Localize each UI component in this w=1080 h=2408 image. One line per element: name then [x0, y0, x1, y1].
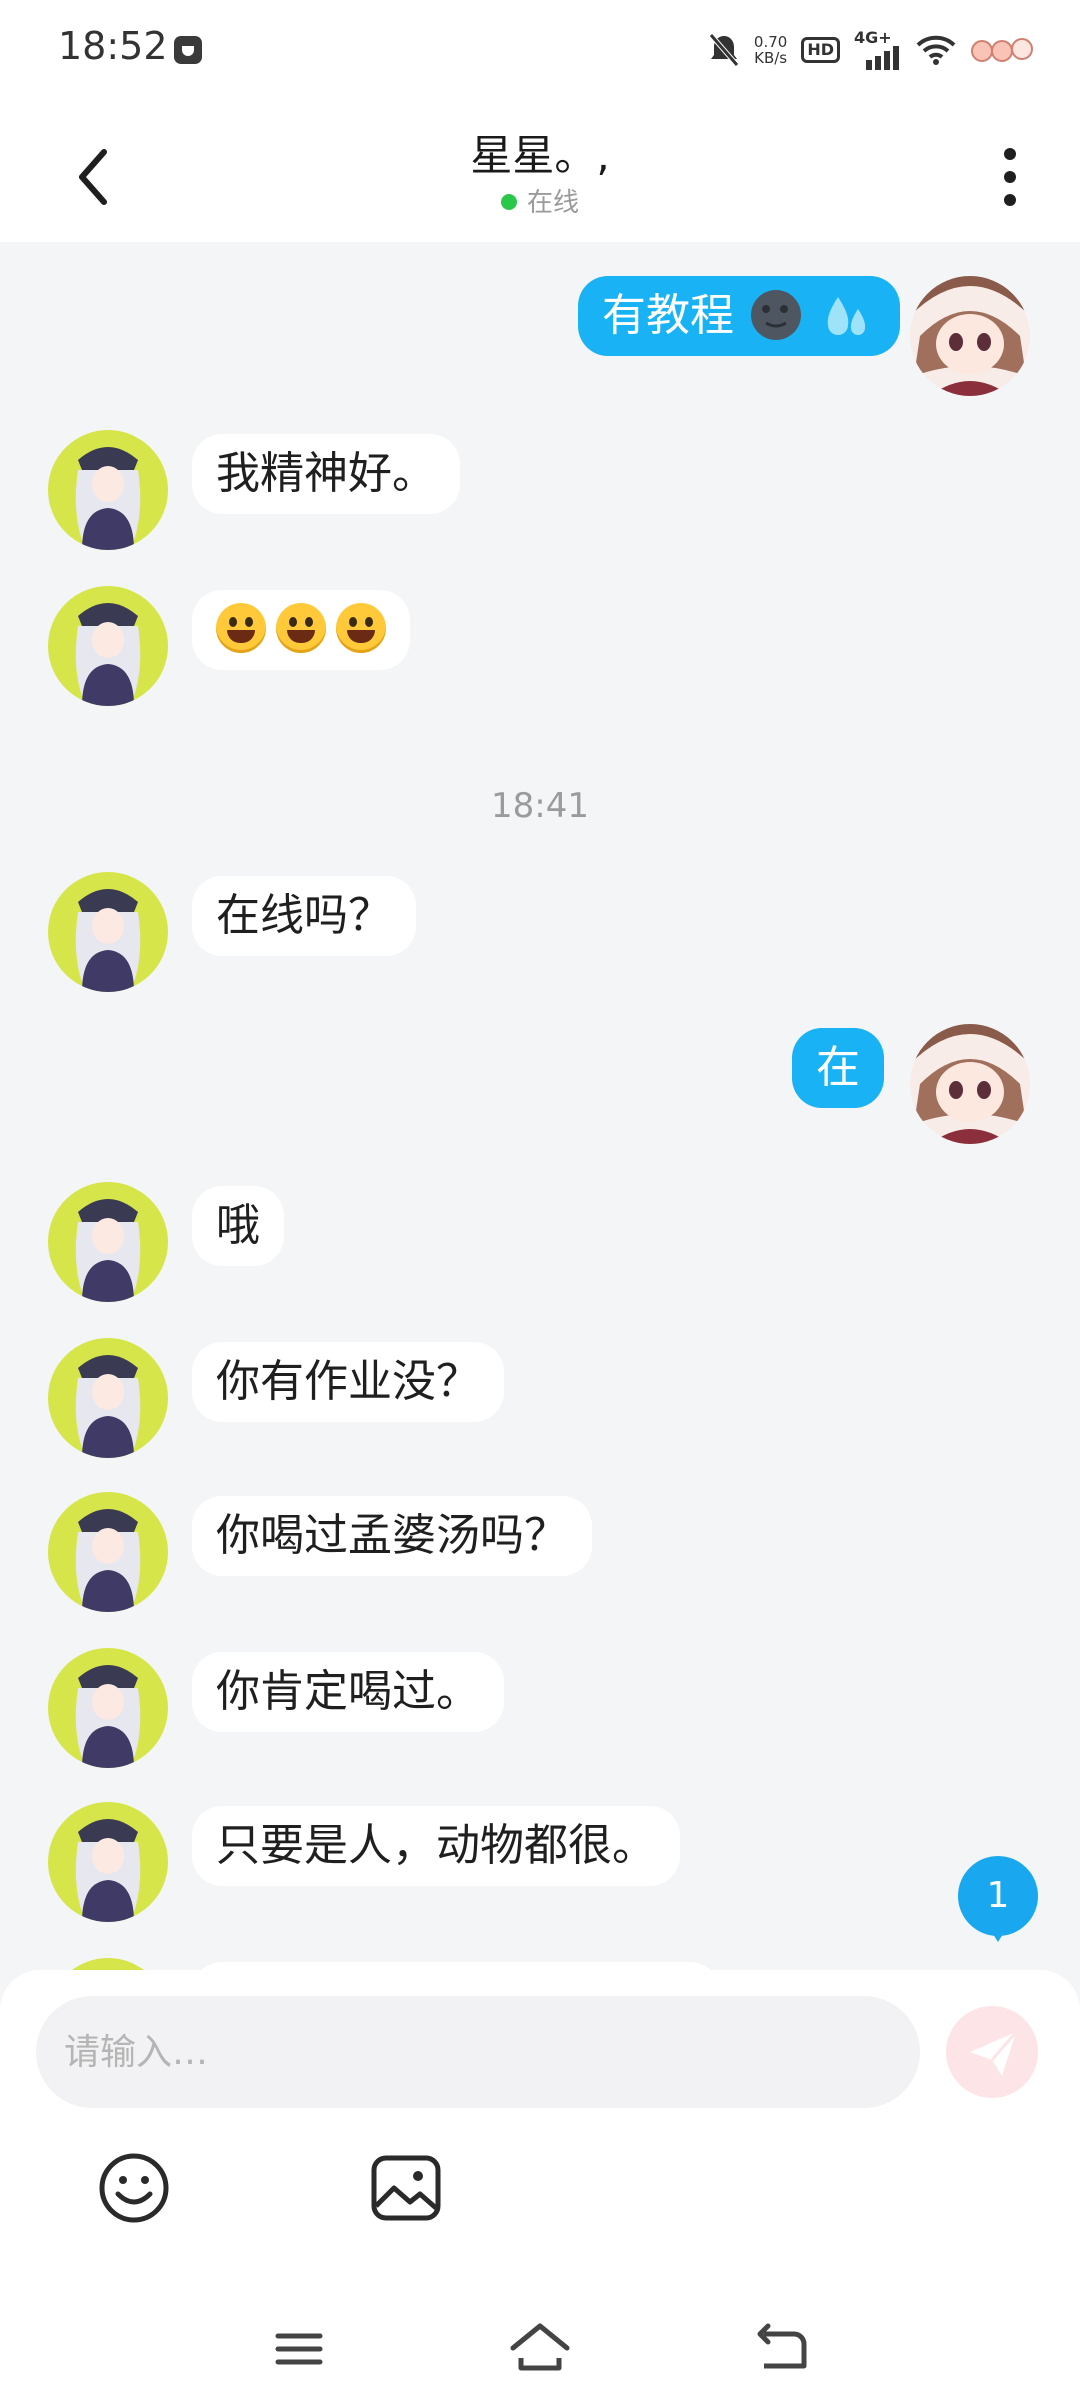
message-bubble-incoming[interactable]: 你有作业没？ [192, 1342, 504, 1422]
message-bubble-incoming[interactable]: 你喝过孟婆汤吗？ [192, 1496, 592, 1576]
message-text: 你喝过孟婆汤吗？ [216, 1510, 568, 1561]
menu-icon[interactable] [264, 2314, 334, 2384]
grinning-face-icon [336, 603, 386, 653]
contact-avatar[interactable] [48, 430, 168, 550]
mute-bell-icon [709, 33, 739, 67]
message-text: 在 [816, 1042, 860, 1093]
status-bar: 18:52 0.70 KB/s HD 4G+ [0, 0, 1080, 100]
message-bubble-incoming[interactable]: 只要是人，动物都很。 [192, 1806, 680, 1886]
home-icon[interactable] [505, 2314, 575, 2384]
message-bubble-incoming[interactable]: 我精神好。 [192, 434, 460, 514]
contact-avatar[interactable] [48, 1338, 168, 1458]
contact-avatar[interactable] [48, 1802, 168, 1922]
message-text: 我精神好。 [216, 448, 436, 499]
message-list[interactable]: 有教程 我精神好。 18:41 在线吗？ 在 哦 你有作业没？ 你喝过孟婆汤吗？… [0, 242, 1080, 1972]
message-bubble-incoming[interactable]: 在线吗？ [192, 876, 416, 956]
message-bubble-outgoing[interactable]: 在 [792, 1028, 884, 1108]
online-status: 在线 [0, 182, 1080, 219]
app-notification-icon [174, 36, 202, 64]
message-bubble-incoming[interactable]: 你肯定喝过。 [192, 1652, 504, 1732]
net-speed-value: 0.70 [753, 33, 788, 51]
online-status-text: 在线 [526, 188, 579, 218]
message-text: 在线吗？ [216, 890, 392, 941]
time-separator: 18:41 [491, 786, 589, 826]
grinning-face-icon [216, 603, 266, 653]
unread-count-badge[interactable]: 1 [958, 1856, 1038, 1942]
message-bubble-incoming[interactable]: 哦 [192, 1186, 284, 1266]
status-time: 18:52 [58, 24, 168, 68]
message-text: 你肯定喝过。 [216, 1666, 480, 1717]
contact-avatar[interactable] [48, 1492, 168, 1612]
grinning-face-icon [276, 603, 326, 653]
message-bubble-incoming[interactable] [192, 590, 410, 670]
sweat-drops-icon [827, 297, 866, 335]
message-text: 你有作业没？ [216, 1356, 480, 1407]
cell-signal: 4G+ [854, 28, 902, 70]
sticker-icons [971, 38, 1033, 62]
contact-avatar[interactable] [48, 1182, 168, 1302]
network-label: 4G+ [854, 28, 892, 47]
contact-avatar[interactable] [48, 1648, 168, 1768]
contact-name: 星星。, [470, 131, 610, 180]
more-vertical-icon[interactable] [990, 144, 1030, 210]
image-icon[interactable] [368, 2150, 444, 2226]
chat-header: 星星。, 在线 [0, 100, 1080, 242]
message-bubble-outgoing[interactable]: 有教程 [578, 276, 900, 356]
online-dot-icon [500, 193, 517, 210]
back-icon[interactable] [746, 2314, 816, 2384]
message-text: 哦 [216, 1200, 260, 1251]
contact-avatar[interactable] [48, 872, 168, 992]
message-text: 只要是人，动物都很。 [216, 1820, 656, 1871]
wifi-icon [916, 35, 956, 65]
hd-label: HD [801, 37, 840, 63]
status-icons: 0.70 KB/s HD 4G+ [708, 28, 1036, 72]
send-button[interactable] [946, 2006, 1038, 2098]
emoji-icon[interactable] [96, 2150, 172, 2226]
send-icon [970, 2031, 1018, 2076]
my-avatar[interactable] [910, 1024, 1030, 1144]
input-panel [0, 1970, 1080, 2330]
net-speed-unit: KB/s [754, 49, 788, 67]
message-input[interactable] [36, 1996, 920, 2108]
net-speed: 0.70 KB/s [754, 34, 787, 66]
my-avatar[interactable] [910, 276, 1030, 396]
signal-icon [866, 46, 899, 70]
contact-avatar[interactable] [48, 586, 168, 706]
new-moon-face-icon [751, 290, 801, 340]
system-nav-bar [0, 2290, 1080, 2408]
message-text: 有教程 [602, 290, 734, 341]
